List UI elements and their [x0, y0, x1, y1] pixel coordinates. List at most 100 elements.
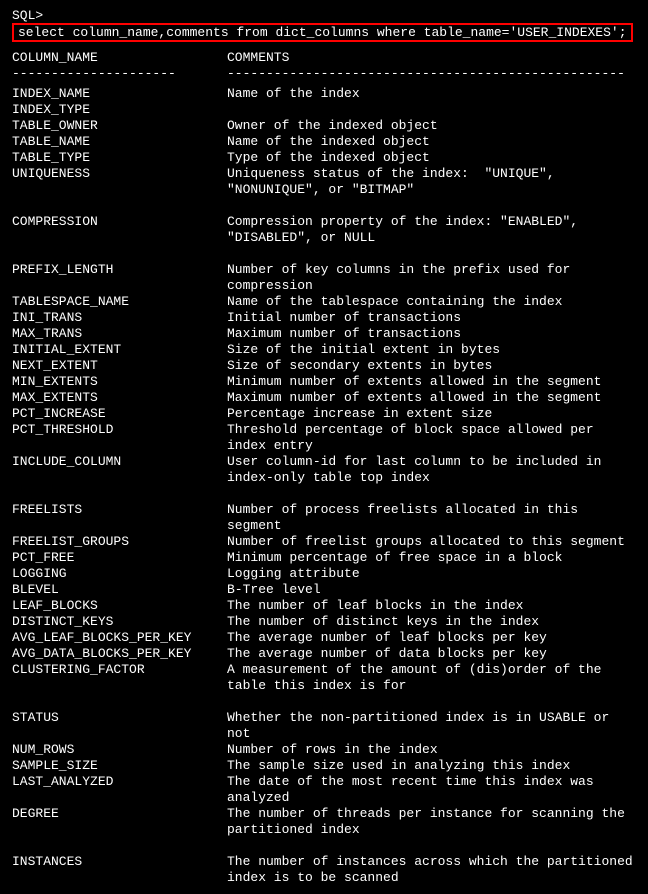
- comment-cell: Whether the non-partitioned index is in …: [227, 710, 636, 742]
- comment-cell: Minimum number of extents allowed in the…: [227, 374, 636, 390]
- column-name-cell: TABLESPACE_NAME: [12, 294, 227, 310]
- column-name-cell: INSTANCES: [12, 854, 227, 870]
- table-row: MAX_EXTENTSMaximum number of extents all…: [12, 390, 636, 406]
- column-name-cell: LAST_ANALYZED: [12, 774, 227, 790]
- blank-row: [12, 198, 636, 214]
- column-name-cell: TABLE_TYPE: [12, 150, 227, 166]
- comment-cell: A measurement of the amount of (dis)orde…: [227, 662, 636, 694]
- comment-cell: B-Tree level: [227, 582, 636, 598]
- column-name-cell: PCT_INCREASE: [12, 406, 227, 422]
- column-name-cell: LOGGING: [12, 566, 227, 582]
- comment-cell: Compression property of the index: "ENAB…: [227, 214, 636, 246]
- comment-cell: The average number of leaf blocks per ke…: [227, 630, 636, 646]
- comment-cell: The number of threads per instance for s…: [227, 806, 636, 838]
- comment-cell: The date of the most recent time this in…: [227, 774, 636, 806]
- comment-cell: Maximum number of extents allowed in the…: [227, 390, 636, 406]
- column-name-cell: TABLE_OWNER: [12, 118, 227, 134]
- table-row: NEXT_EXTENTSize of secondary extents in …: [12, 358, 636, 374]
- blank-row: [12, 246, 636, 262]
- table-row: PREFIX_LENGTHNumber of key columns in th…: [12, 262, 636, 294]
- blank-row: [12, 838, 636, 854]
- table-row: DEGREEThe number of threads per instance…: [12, 806, 636, 838]
- separator-row: --------------------- ------------------…: [12, 66, 636, 82]
- comment-cell: User column-id for last column to be inc…: [227, 454, 636, 486]
- table-row: PCT_THRESHOLDThreshold percentage of blo…: [12, 422, 636, 454]
- sql-prompt-line[interactable]: SQL> select column_name,comments from di…: [12, 8, 636, 42]
- table-row: BLEVELB-Tree level: [12, 582, 636, 598]
- column-name-cell: SAMPLE_SIZE: [12, 758, 227, 774]
- table-row: MIN_EXTENTSMinimum number of extents all…: [12, 374, 636, 390]
- sql-command: select column_name,comments from dict_co…: [18, 25, 627, 40]
- table-row: PCT_INCREASEPercentage increase in exten…: [12, 406, 636, 422]
- table-row: AVG_LEAF_BLOCKS_PER_KEYThe average numbe…: [12, 630, 636, 646]
- comment-cell: Threshold percentage of block space allo…: [227, 422, 636, 454]
- column-name-cell: AVG_DATA_BLOCKS_PER_KEY: [12, 646, 227, 662]
- table-row: INDEX_NAMEName of the index: [12, 86, 636, 102]
- table-row: SAMPLE_SIZEThe sample size used in analy…: [12, 758, 636, 774]
- comment-cell: Maximum number of transactions: [227, 326, 636, 342]
- table-row: LEAF_BLOCKSThe number of leaf blocks in …: [12, 598, 636, 614]
- column-name-cell: PCT_FREE: [12, 550, 227, 566]
- separator-col1: ---------------------: [12, 66, 227, 82]
- comment-cell: Size of secondary extents in bytes: [227, 358, 636, 374]
- results-table: COLUMN_NAME COMMENTS -------------------…: [12, 50, 636, 886]
- column-name-cell: NUM_ROWS: [12, 742, 227, 758]
- table-row: INCLUDE_COLUMNUser column-id for last co…: [12, 454, 636, 486]
- table-row: LOGGINGLogging attribute: [12, 566, 636, 582]
- comment-cell: Number of key columns in the prefix used…: [227, 262, 636, 294]
- comment-cell: Type of the indexed object: [227, 150, 636, 166]
- table-row: PCT_FREEMinimum percentage of free space…: [12, 550, 636, 566]
- column-name-cell: FREELISTS: [12, 502, 227, 518]
- comment-cell: Size of the initial extent in bytes: [227, 342, 636, 358]
- column-name-cell: DISTINCT_KEYS: [12, 614, 227, 630]
- comment-cell: The average number of data blocks per ke…: [227, 646, 636, 662]
- table-row: NUM_ROWSNumber of rows in the index: [12, 742, 636, 758]
- table-row: AVG_DATA_BLOCKS_PER_KEYThe average numbe…: [12, 646, 636, 662]
- column-name-cell: BLEVEL: [12, 582, 227, 598]
- comment-cell: Percentage increase in extent size: [227, 406, 636, 422]
- comment-cell: Owner of the indexed object: [227, 118, 636, 134]
- comment-cell: Number of rows in the index: [227, 742, 636, 758]
- column-name-cell: COMPRESSION: [12, 214, 227, 230]
- blank-row: [12, 694, 636, 710]
- table-row: MAX_TRANSMaximum number of transactions: [12, 326, 636, 342]
- column-name-cell: INCLUDE_COLUMN: [12, 454, 227, 470]
- table-row: TABLE_TYPEType of the indexed object: [12, 150, 636, 166]
- table-row: LAST_ANALYZEDThe date of the most recent…: [12, 774, 636, 806]
- column-name-cell: INI_TRANS: [12, 310, 227, 326]
- column-name-cell: MAX_TRANS: [12, 326, 227, 342]
- column-name-cell: AVG_LEAF_BLOCKS_PER_KEY: [12, 630, 227, 646]
- comment-cell: Initial number of transactions: [227, 310, 636, 326]
- comment-cell: The number of distinct keys in the index: [227, 614, 636, 630]
- comment-cell: Uniqueness status of the index: "UNIQUE"…: [227, 166, 636, 198]
- column-name-cell: INITIAL_EXTENT: [12, 342, 227, 358]
- sql-prompt: SQL>: [12, 8, 43, 23]
- column-name-cell: LEAF_BLOCKS: [12, 598, 227, 614]
- column-name-header: COLUMN_NAME: [12, 50, 227, 66]
- column-name-cell: STATUS: [12, 710, 227, 726]
- table-row: DISTINCT_KEYSThe number of distinct keys…: [12, 614, 636, 630]
- comment-cell: Minimum percentage of free space in a bl…: [227, 550, 636, 566]
- table-row: FREELIST_GROUPSNumber of freelist groups…: [12, 534, 636, 550]
- table-row: TABLE_OWNEROwner of the indexed object: [12, 118, 636, 134]
- column-name-cell: FREELIST_GROUPS: [12, 534, 227, 550]
- column-name-cell: PCT_THRESHOLD: [12, 422, 227, 438]
- comment-cell: The sample size used in analyzing this i…: [227, 758, 636, 774]
- table-row: CLUSTERING_FACTORA measurement of the am…: [12, 662, 636, 694]
- table-row: INSTANCESThe number of instances across …: [12, 854, 636, 886]
- column-name-cell: DEGREE: [12, 806, 227, 822]
- table-row: STATUSWhether the non-partitioned index …: [12, 710, 636, 742]
- table-row: COMPRESSIONCompression property of the i…: [12, 214, 636, 246]
- column-name-cell: TABLE_NAME: [12, 134, 227, 150]
- header-row: COLUMN_NAME COMMENTS: [12, 50, 636, 66]
- table-row: TABLE_NAMEName of the indexed object: [12, 134, 636, 150]
- comments-header: COMMENTS: [227, 50, 636, 66]
- comment-cell: Name of the tablespace containing the in…: [227, 294, 636, 310]
- blank-row: [12, 486, 636, 502]
- comment-cell: Name of the index: [227, 86, 636, 102]
- column-name-cell: MAX_EXTENTS: [12, 390, 227, 406]
- separator-col2: ----------------------------------------…: [227, 66, 636, 82]
- table-row: TABLESPACE_NAMEName of the tablespace co…: [12, 294, 636, 310]
- column-name-cell: INDEX_TYPE: [12, 102, 227, 118]
- comment-cell: Number of freelist groups allocated to t…: [227, 534, 636, 550]
